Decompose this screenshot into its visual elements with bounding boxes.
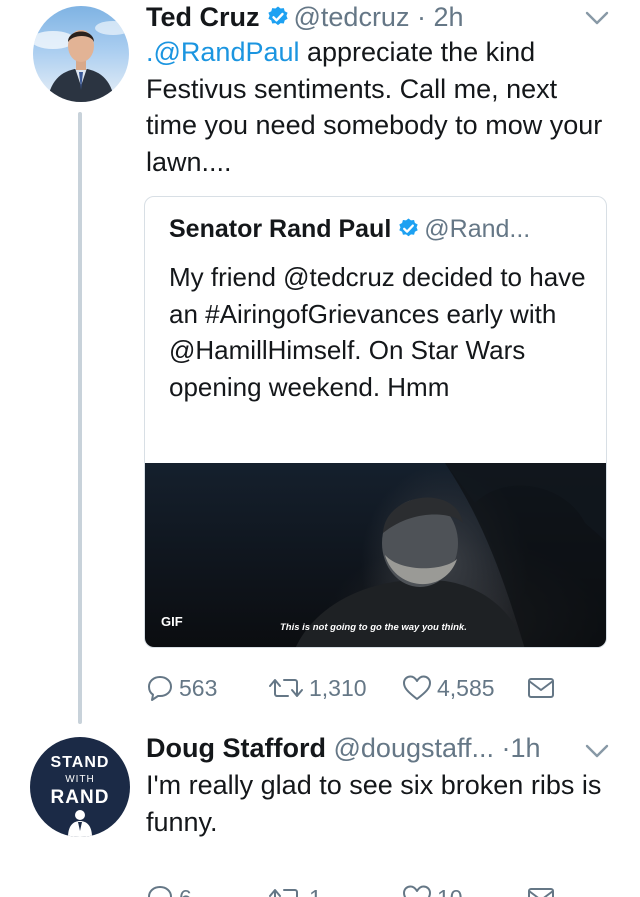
tweet-text: I'm really glad to see six broken ribs i… xyxy=(146,770,602,837)
timestamp[interactable]: 2h xyxy=(433,2,463,32)
heart-icon xyxy=(403,675,431,700)
reply-icon xyxy=(148,676,172,701)
direct-message-button[interactable] xyxy=(526,670,556,706)
badge-text-with: WITH xyxy=(65,774,95,785)
chevron-down-icon[interactable] xyxy=(584,743,610,759)
separator-dot: · xyxy=(501,733,511,763)
quoted-author-name: Senator Rand Paul xyxy=(169,215,392,243)
gif-media[interactable]: GIF This is not going to go the way you … xyxy=(145,463,606,647)
retweet-button[interactable]: 1,310 xyxy=(268,670,367,706)
retweet-icon xyxy=(269,679,303,697)
direct-message-button[interactable] xyxy=(526,880,556,897)
verified-badge-icon xyxy=(397,217,420,247)
author-name[interactable]: Ted Cruz xyxy=(146,2,260,32)
quoted-tweet-text: My friend @tedcruz decided to have an #A… xyxy=(169,262,586,402)
avatar[interactable] xyxy=(33,6,129,102)
like-button[interactable]: 4,585 xyxy=(402,670,495,706)
avatar-portrait-icon xyxy=(33,21,129,102)
quoted-author-handle: @Rand... xyxy=(424,215,531,243)
tweet-ted-cruz[interactable]: Ted Cruz @tedcruz · 2h .@RandPaul appreci… xyxy=(0,0,640,725)
author-name[interactable]: Doug Stafford xyxy=(146,733,326,763)
verified-badge-icon xyxy=(266,5,290,36)
heart-icon xyxy=(403,885,431,897)
badge-text-rand: RAND xyxy=(51,787,110,808)
gif-badge: GIF xyxy=(161,614,183,629)
reply-count: 6 xyxy=(179,885,192,897)
separator-dot: · xyxy=(416,2,426,32)
quoted-tweet[interactable]: Senator Rand Paul @Rand... My friend @ted… xyxy=(144,196,607,648)
tweet-text: .@RandPaul appreciate the kind Festivus … xyxy=(146,34,612,180)
tweet-actions: 6 1 10 xyxy=(146,880,560,897)
thread-line xyxy=(78,112,82,724)
tweet-header: Ted Cruz @tedcruz · 2h xyxy=(146,2,464,36)
badge-text-stand: STAND xyxy=(51,754,110,771)
retweet-button[interactable]: 1 xyxy=(268,880,322,897)
tweet-header: Doug Stafford @dougstaff... ·1h xyxy=(146,733,541,764)
envelope-icon xyxy=(528,678,554,698)
reply-count: 563 xyxy=(179,674,218,701)
gif-caption: This is not going to go the way you thin… xyxy=(280,622,467,633)
mention-link[interactable]: .@RandPaul xyxy=(146,37,300,67)
stand-with-rand-badge: STAND WITH RAND xyxy=(51,754,110,837)
like-button[interactable]: 10 xyxy=(402,880,463,897)
retweet-count: 1,310 xyxy=(309,674,367,701)
reply-button[interactable]: 563 xyxy=(146,670,217,706)
reply-icon xyxy=(148,886,172,897)
reply-button[interactable]: 6 xyxy=(146,880,192,897)
author-handle[interactable]: @dougstaff... xyxy=(334,733,495,763)
retweet-count: 1 xyxy=(309,885,322,897)
like-count: 10 xyxy=(437,885,463,897)
tweet-actions: 563 1,310 4,585 xyxy=(146,670,560,706)
timestamp[interactable]: 1h xyxy=(511,733,541,763)
envelope-icon xyxy=(528,888,554,897)
gif-scene-illustration xyxy=(296,463,606,647)
author-handle[interactable]: @tedcruz xyxy=(294,2,410,32)
like-count: 4,585 xyxy=(437,674,495,701)
quoted-tweet-header: Senator Rand Paul @Rand... xyxy=(169,215,530,247)
silhouette-icon xyxy=(68,810,92,837)
retweet-icon xyxy=(269,889,298,897)
chevron-down-icon[interactable] xyxy=(584,10,610,26)
avatar[interactable]: STAND WITH RAND xyxy=(30,737,130,837)
tweet-doug-stafford[interactable]: STAND WITH RAND Doug Stafford @dougstaff… xyxy=(0,725,640,897)
